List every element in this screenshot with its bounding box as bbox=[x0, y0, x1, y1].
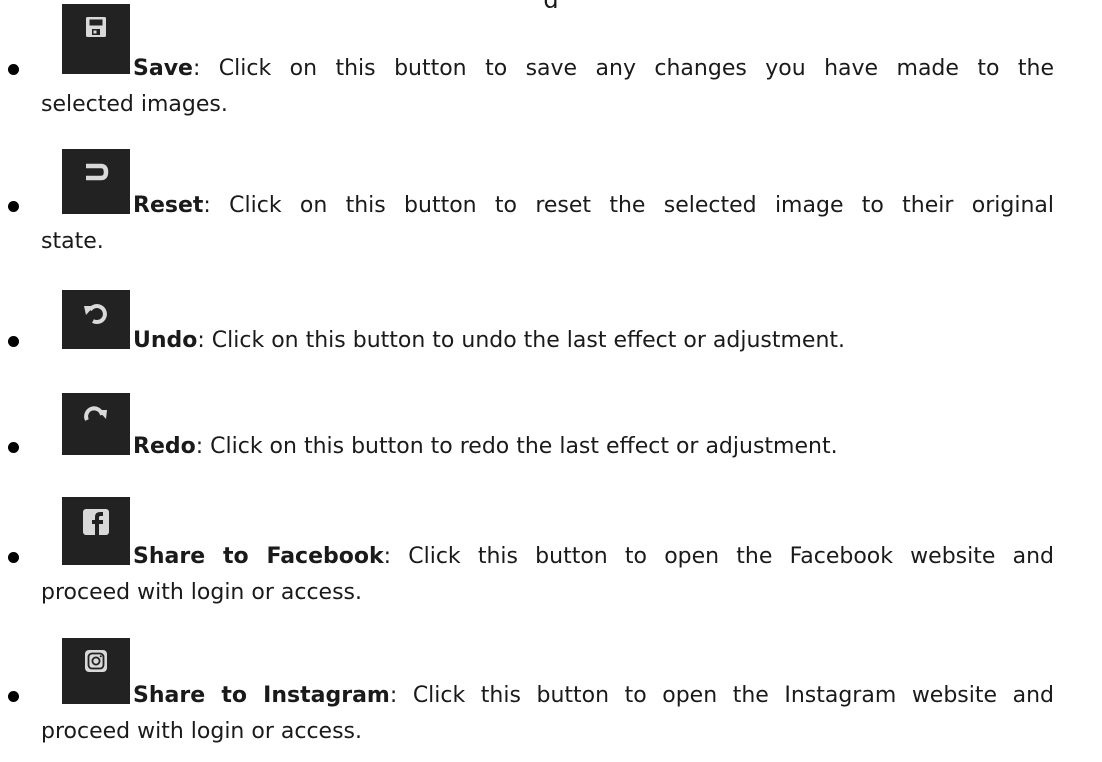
item-name: Share to Facebook bbox=[133, 544, 384, 569]
redo-icon bbox=[84, 406, 107, 421]
item-description: : Click on this button to redo the last … bbox=[195, 434, 838, 459]
item-description: : Click this button to open the Facebook… bbox=[383, 544, 1054, 569]
list-item-save: Save: Click on this button to save any c… bbox=[0, 4, 1102, 117]
item-description: : Click on this button to undo the last … bbox=[197, 328, 846, 353]
bullet bbox=[8, 442, 19, 453]
item-name: Save bbox=[133, 56, 193, 81]
facebook-icon bbox=[83, 509, 109, 535]
item-description: : Click this button to open the Instagra… bbox=[389, 683, 1054, 708]
share-to-instagram-button[interactable] bbox=[62, 638, 130, 704]
save-button[interactable] bbox=[62, 4, 130, 74]
bullet bbox=[8, 552, 19, 563]
save-icon bbox=[86, 17, 106, 37]
redo-button[interactable] bbox=[62, 393, 130, 455]
list-item-text: Save: Click on this button to save any c… bbox=[133, 51, 1054, 87]
item-name: Reset bbox=[133, 193, 204, 218]
list-item-redo: Redo: Click on this button to redo the l… bbox=[0, 393, 1102, 493]
list-item-text: Undo: Click on this button to undo the l… bbox=[133, 323, 1054, 359]
list-item-text: Redo: Click on this button to redo the l… bbox=[133, 429, 1054, 465]
item-name: Undo bbox=[133, 328, 198, 353]
list-item-text: Share to Facebook: Click this button to … bbox=[133, 539, 1054, 575]
share-to-facebook-button[interactable] bbox=[62, 497, 130, 565]
bullet bbox=[8, 336, 19, 347]
bullet bbox=[8, 64, 19, 75]
undo-icon bbox=[84, 304, 107, 324]
item-name: Redo bbox=[133, 434, 196, 459]
item-name: Share to Instagram bbox=[133, 683, 390, 708]
list-item-share-to-instagram: Share to Instagram: Click this button to… bbox=[0, 638, 1102, 744]
item-description: : Click on this button to reset the sele… bbox=[203, 193, 1054, 218]
reset-button[interactable] bbox=[62, 149, 130, 214]
item-description-continued: proceed with login or access. bbox=[41, 719, 362, 744]
item-description-continued: state. bbox=[41, 229, 104, 254]
reset-icon bbox=[86, 163, 109, 181]
list-item-reset: Reset: Click on this button to reset the… bbox=[0, 149, 1102, 254]
item-description-continued: selected images. bbox=[41, 92, 228, 117]
list-item-text: Share to Instagram: Click this button to… bbox=[133, 678, 1054, 714]
item-description: : Click on this button to save any chang… bbox=[192, 56, 1054, 81]
bullet bbox=[8, 201, 19, 212]
instagram-icon bbox=[85, 650, 107, 672]
list-item-undo: Undo: Click on this button to undo the l… bbox=[0, 290, 1102, 390]
bullet bbox=[8, 691, 19, 702]
list-item-text: Reset: Click on this button to reset the… bbox=[133, 188, 1054, 224]
list-item-share-to-facebook: Share to Facebook: Click this button to … bbox=[0, 497, 1102, 605]
item-description-continued: proceed with login or access. bbox=[41, 580, 362, 605]
undo-button[interactable] bbox=[62, 290, 130, 349]
